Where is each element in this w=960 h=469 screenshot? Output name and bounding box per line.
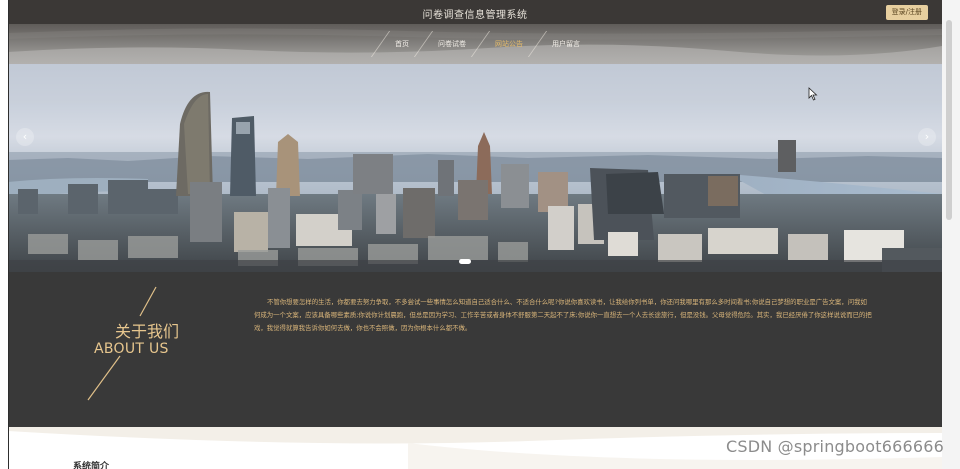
nav-item-home[interactable]: 首页 xyxy=(381,24,423,64)
top-bar: 问卷调查信息管理系统 登录/注册 xyxy=(8,0,942,24)
scrollbar-thumb[interactable] xyxy=(946,20,952,220)
carousel-next-icon[interactable]: › xyxy=(918,128,936,146)
nav-item-announcements[interactable]: 网站公告 xyxy=(481,24,537,64)
main-nav: 首页 问卷试卷 网站公告 用户留言 xyxy=(370,24,594,64)
csdn-watermark: CSDN @springboot666666 xyxy=(725,437,944,456)
nav-item-questionnaire[interactable]: 问卷试卷 xyxy=(424,24,480,64)
left-margin xyxy=(0,0,8,469)
about-section: 关于我们 ABOUT US 不管你想要怎样的生活，你都要去努力争取，不多尝试一些… xyxy=(8,272,942,427)
hero-carousel[interactable]: ‹ › xyxy=(8,64,942,272)
frame-border xyxy=(8,0,9,469)
carousel-prev-icon[interactable]: ‹ xyxy=(16,128,34,146)
city-skyline-image xyxy=(8,64,942,272)
about-title-cn: 关于我们 xyxy=(115,322,180,341)
site-title: 问卷调查信息管理系统 xyxy=(422,10,528,21)
mouse-cursor-icon xyxy=(808,87,818,101)
login-register-button[interactable]: 登录/注册 xyxy=(885,5,928,20)
carousel-dot-active[interactable] xyxy=(459,259,471,264)
nav-item-messages[interactable]: 用户留言 xyxy=(538,24,594,64)
page-frame: 问卷调查信息管理系统 登录/注册 首页 问卷试卷 网站公告 用户留言 ‹ › 关… xyxy=(8,0,942,469)
section-title: 系统简介 xyxy=(73,462,110,469)
about-title-en: ABOUT US xyxy=(94,341,169,357)
nav-band: 首页 问卷试卷 网站公告 用户留言 xyxy=(8,24,942,64)
about-paragraph: 不管你想要怎样的生活，你都要去努力争取，不多尝试一些事情怎么知道自己适合什么、不… xyxy=(254,298,872,332)
